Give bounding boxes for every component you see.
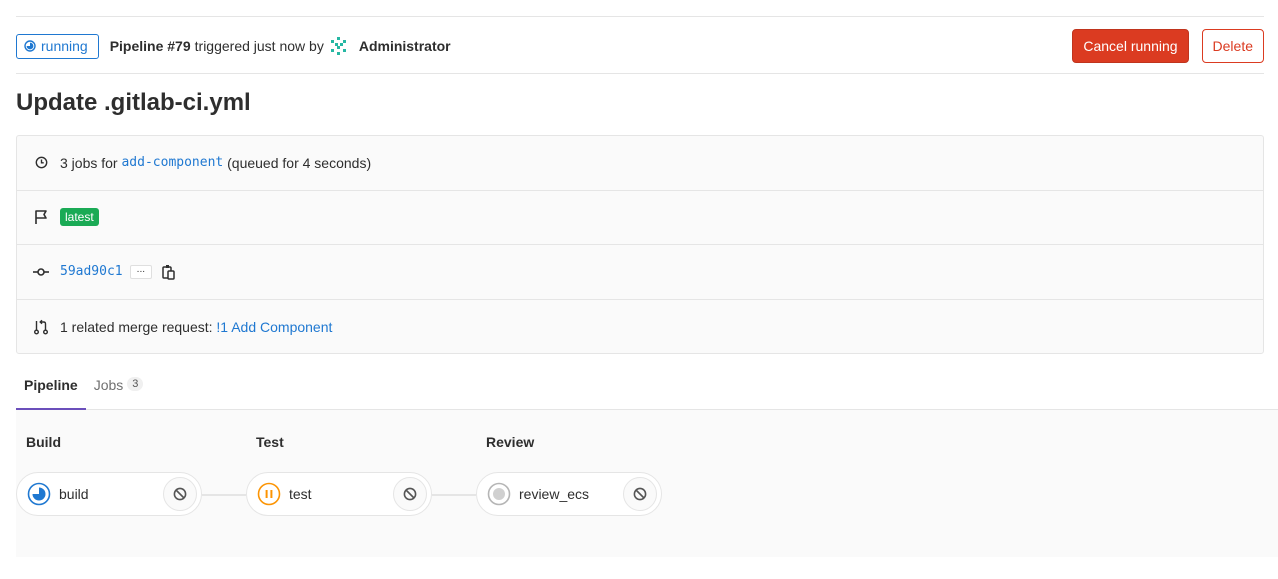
stage-connector [432,494,476,496]
pipeline-meta: Pipeline #79 triggered just now by Admin… [110,36,451,56]
merge-request-link[interactable]: !1 Add Component [216,319,332,335]
clock-icon [32,156,50,169]
stage-connector [202,494,246,496]
latest-badge: latest [60,208,99,227]
tab-jobs[interactable]: Jobs 3 [86,367,152,410]
job-name: build [59,486,89,502]
status-label: running [41,38,88,54]
pipeline-info-box: 3 jobs for add-component (queued for 4 s… [16,135,1264,354]
header-divider [16,73,1264,74]
cancel-icon[interactable] [623,477,657,511]
pipeline-id: Pipeline #79 [109,38,191,54]
info-row-commit: 59ad90c1 ··· [17,245,1263,300]
pipeline-tabs: Pipeline Jobs 3 [16,367,1278,410]
status-paused-icon [257,482,281,506]
stage-title-build: Build [26,434,61,450]
job-test[interactable]: test [246,472,432,516]
job-review-ecs[interactable]: review_ecs [476,472,662,516]
triggered-text: triggered just now by [194,38,324,54]
job-name: review_ecs [519,486,590,502]
expand-commit-button[interactable]: ··· [129,264,152,279]
status-running-icon [27,482,51,506]
user-name[interactable]: Administrator [359,38,451,54]
status-badge[interactable]: running [16,33,99,59]
queued-text: (queued for 4 seconds) [227,154,372,171]
merge-request-icon [32,319,50,335]
tab-jobs-label: Jobs [93,377,124,393]
info-row-jobs: 3 jobs for add-component (queued for 4 s… [17,136,1263,191]
jobs-count-badge: 3 [127,377,144,391]
page-title: Update .gitlab-ci.yml [16,89,251,116]
cancel-icon[interactable] [393,477,427,511]
tab-pipeline[interactable]: Pipeline [16,367,86,410]
merge-request-text: 1 related merge request: [60,318,213,335]
flag-icon [32,209,50,225]
tab-pipeline-label: Pipeline [24,377,78,393]
info-row-merge-request: 1 related merge request: !1 Add Componen… [17,300,1263,355]
delete-button[interactable]: Delete [1201,29,1264,63]
info-row-badges: latest [17,191,1263,245]
stage-title-test: Test [256,434,284,450]
cancel-running-button[interactable]: Cancel running [1072,29,1189,63]
user-avatar-icon [330,37,346,55]
status-running-icon [24,40,36,52]
stage-title-review: Review [486,434,535,450]
pipeline-header: running Pipeline #79 triggered just now … [16,29,1264,63]
cancel-icon[interactable] [163,477,197,511]
header-actions: Cancel running Delete [1072,29,1264,63]
pipeline-graph: Build Test Review build test review_ecs [16,410,1278,557]
job-build[interactable]: build [16,472,202,516]
status-created-icon [487,482,511,506]
branch-link[interactable]: add-component [121,155,223,170]
commit-sha-link[interactable]: 59ad90c1 [60,264,123,279]
avatar[interactable] [329,36,349,56]
top-divider [16,16,1264,17]
commit-icon [32,267,50,277]
jobs-count-text: 3 jobs for [60,154,118,171]
copy-icon[interactable] [161,264,176,280]
job-name: test [289,486,312,502]
